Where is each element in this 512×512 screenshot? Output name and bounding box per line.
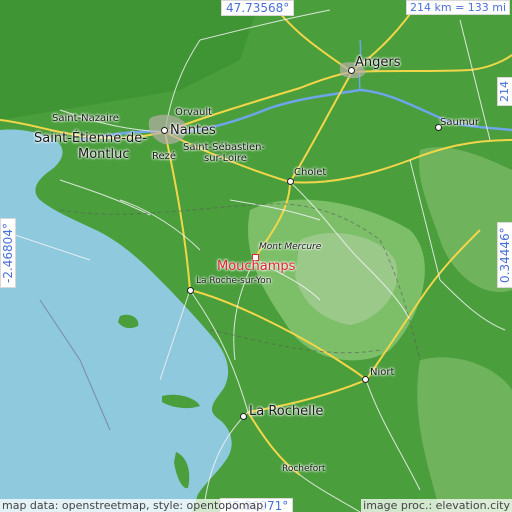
la-roche-marker[interactable] xyxy=(187,287,194,294)
label-la-rochelle[interactable]: La Rochelle xyxy=(249,405,323,418)
label-reze[interactable]: Rezé xyxy=(152,152,176,162)
label-rochefort[interactable]: Rochefort xyxy=(282,465,325,474)
label-niort[interactable]: Niort xyxy=(370,368,394,378)
label-saint-nazaire[interactable]: Saint-Nazaire xyxy=(52,114,119,124)
angers-marker[interactable] xyxy=(348,67,355,74)
nantes-marker[interactable] xyxy=(161,127,168,134)
label-mont-mercure[interactable]: Mont Mercure xyxy=(259,243,321,252)
label-saint-sebastien[interactable]: Saint-Sébastien- xyxy=(183,143,265,153)
label-mouchamps[interactable]: Mouchamps xyxy=(217,260,295,273)
label-angers[interactable]: Angers xyxy=(355,56,401,69)
map[interactable]: Angers Nantes Saint-Nazaire Saint-Étienn… xyxy=(0,0,512,512)
cholet-marker[interactable] xyxy=(287,178,294,185)
label-cholet[interactable]: Cholet xyxy=(294,168,326,178)
label-saint-etienne[interactable]: Saint-Étienne-de- xyxy=(34,132,147,145)
credit-right: image proc.: elevation.city xyxy=(361,499,512,512)
label-nantes[interactable]: Nantes xyxy=(170,124,216,137)
credit-left: map data: openstreetmap, style: opentopo… xyxy=(0,499,266,512)
label-orvault[interactable]: Orvault xyxy=(175,108,212,118)
label-sur-loire[interactable]: sur-Loire xyxy=(204,154,247,164)
label-saumur[interactable]: Saumur xyxy=(440,118,479,128)
coord-left: -2.46804° xyxy=(0,218,16,288)
la-rochelle-marker[interactable] xyxy=(240,413,247,420)
coord-top: 47.73568° xyxy=(221,0,295,16)
label-la-roche[interactable]: La Roche-sur-Yon xyxy=(196,277,271,286)
scale-vertical: 214 km = 133 mi xyxy=(497,77,512,106)
coord-right: 0.34446° xyxy=(497,222,512,288)
scale-horizontal: 214 km = 133 mi xyxy=(406,0,511,15)
niort-marker[interactable] xyxy=(362,376,369,383)
label-montluc[interactable]: Montluc xyxy=(78,148,130,161)
